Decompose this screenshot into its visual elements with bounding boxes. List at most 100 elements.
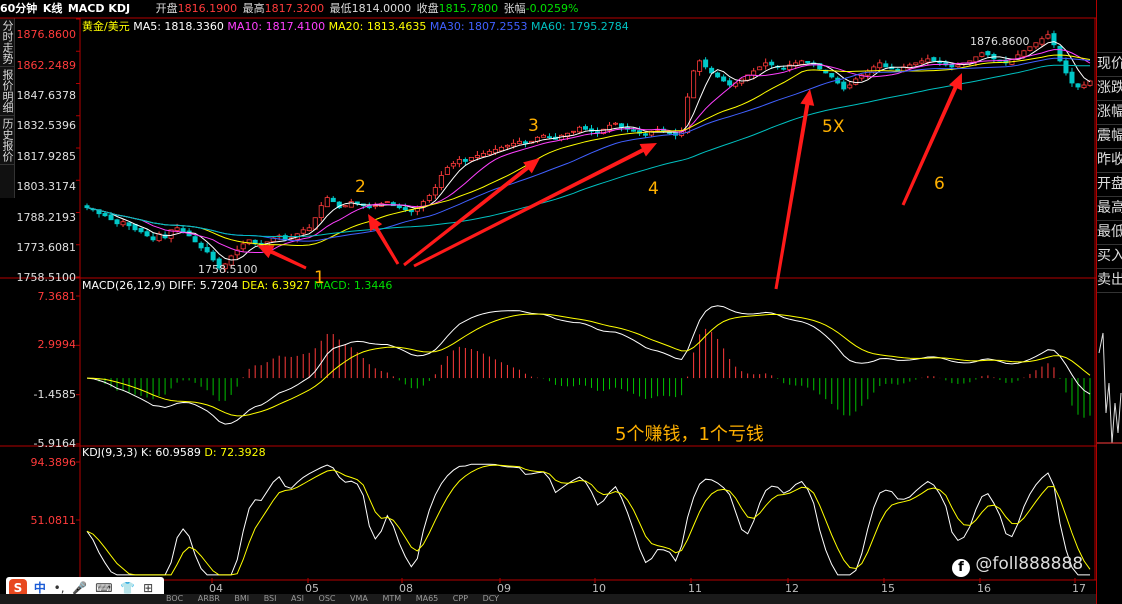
candle-body (727, 80, 733, 86)
ime-voice-icon[interactable]: 🎤 (72, 581, 87, 595)
ime-mode-chinese[interactable]: 中 (34, 581, 46, 595)
tab-indicator[interactable]: MA65 (416, 594, 439, 603)
candle-body (300, 229, 306, 234)
ytick-kdj: 51.0811 (30, 514, 77, 527)
candle-body (643, 133, 649, 136)
candle-body (576, 126, 582, 133)
candle-body (715, 72, 721, 78)
arrow-signal-6 (901, 73, 962, 206)
candle-body (474, 154, 480, 158)
candle-body (847, 84, 853, 89)
tab-indicator[interactable]: BSI (264, 594, 277, 603)
ytick-price: 1817.9285 (16, 150, 77, 163)
watermark-text: @foll888888 (975, 554, 1084, 574)
ma10-value: MA10: 1817.4100 (227, 20, 326, 33)
candle-body (462, 159, 468, 162)
ma30-line (86, 57, 1091, 242)
min-price-label: 1758.5100 (198, 263, 258, 276)
mini-chart (1097, 332, 1122, 444)
candle-body (631, 129, 637, 132)
tab-indicator[interactable]: ARBR (198, 594, 220, 603)
symbol-label: 黄金/美元 (82, 20, 130, 33)
candle-body (540, 134, 546, 138)
candle-body (426, 195, 432, 201)
candle-body (84, 205, 90, 209)
annot-label-5x: 5X (822, 117, 845, 137)
quote-field-price: 现价 (1097, 53, 1122, 77)
ytick-macd: -1.4585 (33, 388, 76, 401)
facebook-icon: f (952, 559, 970, 577)
ytick-price: 1832.5396 (16, 119, 77, 132)
candle-body (721, 76, 727, 82)
macd-legend: MACD(26,12,9) DIFF: 5.7204 DEA: 6.3927 M… (82, 279, 392, 293)
candle-body (763, 62, 769, 67)
candle-body (697, 60, 703, 72)
tab-indicator[interactable]: MTM (382, 594, 401, 603)
tab-indicator[interactable]: DCY (483, 594, 500, 603)
ime-grid-icon[interactable]: ⊞ (143, 581, 153, 595)
candle-body (402, 207, 408, 211)
candle-body (781, 67, 787, 70)
indicator-tabs: BOC ARBR BMI BSI ASI OSC VMA MTM MA65 CP… (166, 594, 499, 604)
ma20-value: MA20: 1813.4635 (328, 20, 427, 33)
dea-value: DEA: 6.3927 (241, 279, 311, 292)
candle-body (973, 56, 979, 63)
candle-body (853, 78, 859, 85)
macd-name: MACD(26,12,9) (82, 279, 166, 292)
macd-histogram (92, 328, 1091, 418)
candle-body (1069, 71, 1075, 84)
tab-indicator[interactable]: BMI (234, 594, 249, 603)
candle-body (318, 205, 324, 219)
tab-indicator[interactable]: CPP (453, 594, 468, 603)
ytick-price: 1803.3174 (16, 180, 77, 193)
ime-punct-icon[interactable]: •, (54, 581, 65, 595)
quote-panel: 现价 涨跌 涨幅 震幅 昨收 开盘 最高 最低 买入 卖出 (1096, 0, 1122, 604)
tab-indicator[interactable]: BOC (166, 594, 183, 603)
quote-field-change: 涨跌 (1097, 77, 1122, 101)
tab-indicator[interactable]: VMA (350, 594, 368, 603)
candle-body (919, 60, 925, 64)
k-line (86, 463, 1090, 576)
max-price-label: 1876.8600 (970, 35, 1030, 48)
candle-body (877, 62, 883, 69)
candle-body (510, 142, 516, 147)
arrow-signal-1 (257, 245, 307, 270)
d-value: D: 72.3928 (204, 446, 266, 459)
annot-label-3: 3 (528, 116, 539, 136)
ma20-line (86, 54, 1091, 247)
candle-body (751, 70, 757, 76)
diff-value: DIFF: 5.7204 (169, 279, 239, 292)
tab-indicator[interactable]: OSC (319, 594, 336, 603)
macd-lines (86, 305, 1091, 425)
annot-label-2: 2 (355, 177, 366, 197)
annot-label-1: 1 (314, 268, 325, 288)
candle-body (1021, 50, 1027, 57)
candle-body (613, 122, 619, 125)
candle-body (691, 70, 697, 99)
candle-body (925, 58, 931, 63)
ytick-price: 1758.5100 (16, 271, 77, 284)
ime-keyboard-icon[interactable]: ⌨ (95, 581, 112, 595)
candle-body (504, 144, 510, 148)
chart-grid (0, 17, 1096, 583)
candle-body (120, 221, 126, 226)
candle-body (865, 70, 871, 76)
tab-indicator[interactable]: ASI (291, 594, 304, 603)
kdj-lines (86, 463, 1091, 576)
candle-body (1045, 34, 1051, 39)
chart-area[interactable] (0, 0, 1096, 604)
kdj-legend: KDJ(9,3,3) K: 60.9589 D: 72.3928 (82, 446, 266, 460)
price-legend: 黄金/美元 MA5: 1818.3360 MA10: 1817.4100 MA2… (82, 20, 629, 34)
candle-body (192, 236, 198, 243)
ime-skin-icon[interactable]: 👕 (120, 581, 135, 595)
indicator-tab-bar: BOC ARBR BMI BSI ASI OSC VMA MTM MA65 CP… (0, 594, 1096, 604)
candle-body (342, 205, 348, 208)
annot-summary: 5个赚钱，1个亏钱 (615, 424, 764, 445)
candle-body (841, 81, 847, 90)
candle-body (883, 63, 889, 68)
candle-body (1075, 83, 1081, 88)
k-value: K: 60.9589 (141, 446, 201, 459)
candle-body (703, 59, 709, 68)
ytick-price: 1773.6081 (16, 241, 77, 254)
watermark: f @foll888888 (952, 554, 1083, 577)
